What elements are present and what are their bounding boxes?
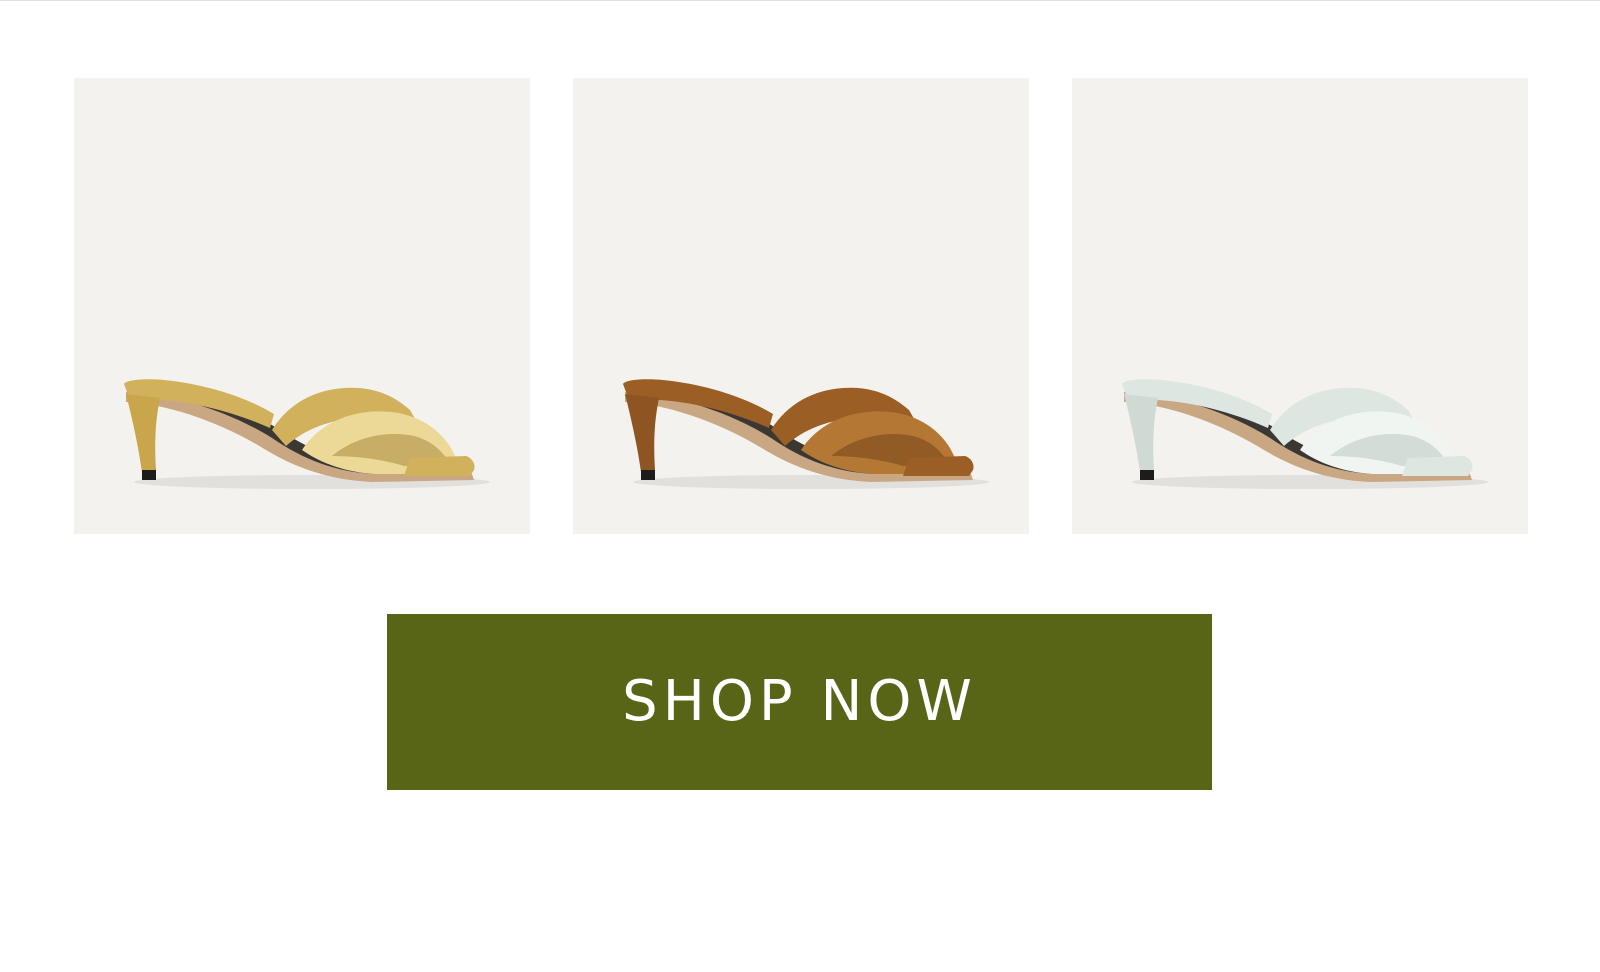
sandal-heel-tip <box>641 470 655 480</box>
sandal-image <box>623 379 989 489</box>
shop-now-button[interactable]: SHOP NOW <box>387 614 1212 790</box>
sandal-image <box>124 379 490 489</box>
sandal-toe <box>404 456 475 476</box>
sandal-heel-tip <box>142 470 156 480</box>
product-tile-mint-sandal[interactable] <box>1072 78 1528 534</box>
shop-now-label: SHOP NOW <box>622 669 977 734</box>
sandal-heel-tip <box>1140 470 1154 480</box>
top-divider <box>0 0 1600 1</box>
sandal-image <box>1122 379 1488 489</box>
product-tile-brown-sandal[interactable] <box>573 78 1029 534</box>
sandal-heel <box>1124 394 1158 472</box>
product-tile-gold-sandal[interactable] <box>74 78 530 534</box>
sandal-heel <box>625 394 659 472</box>
sandal-heel <box>126 394 160 472</box>
sandal-toe <box>903 456 974 476</box>
sandal-toe <box>1402 456 1473 476</box>
